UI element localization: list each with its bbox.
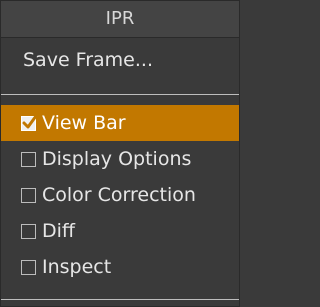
menu-item-diff[interactable]: Diff xyxy=(1,213,239,249)
diff-checkbox[interactable] xyxy=(21,223,36,239)
menu-separator xyxy=(1,94,239,95)
menu-title: IPR xyxy=(1,1,239,38)
view-bar-checkbox[interactable] xyxy=(21,114,38,131)
save-frame-menu-item[interactable]: Save Frame... xyxy=(1,38,239,82)
inspect-checkbox[interactable] xyxy=(21,259,36,275)
menu-item-label: View Bar xyxy=(42,112,126,134)
checkmark-icon xyxy=(22,114,38,128)
menu-item-label: Display Options xyxy=(42,148,192,170)
menu-item-label: Diff xyxy=(42,220,75,242)
menu-item-label: Color Correction xyxy=(42,184,196,206)
color-correction-checkbox[interactable] xyxy=(21,187,36,203)
menu-item-inspect[interactable]: Inspect xyxy=(1,249,239,285)
menu-item-display-options[interactable]: Display Options xyxy=(1,141,239,177)
menu-item-view-bar[interactable]: View Bar xyxy=(1,105,239,141)
display-options-checkbox[interactable] xyxy=(21,151,36,167)
view-options-list: View Bar Display Options Color Correctio… xyxy=(1,105,239,285)
menu-item-color-correction[interactable]: Color Correction xyxy=(1,177,239,213)
ipr-context-menu: IPR Save Frame... View Bar Display Optio… xyxy=(0,0,240,307)
menu-bottom-separator xyxy=(1,299,239,306)
menu-item-label: Inspect xyxy=(42,256,112,278)
